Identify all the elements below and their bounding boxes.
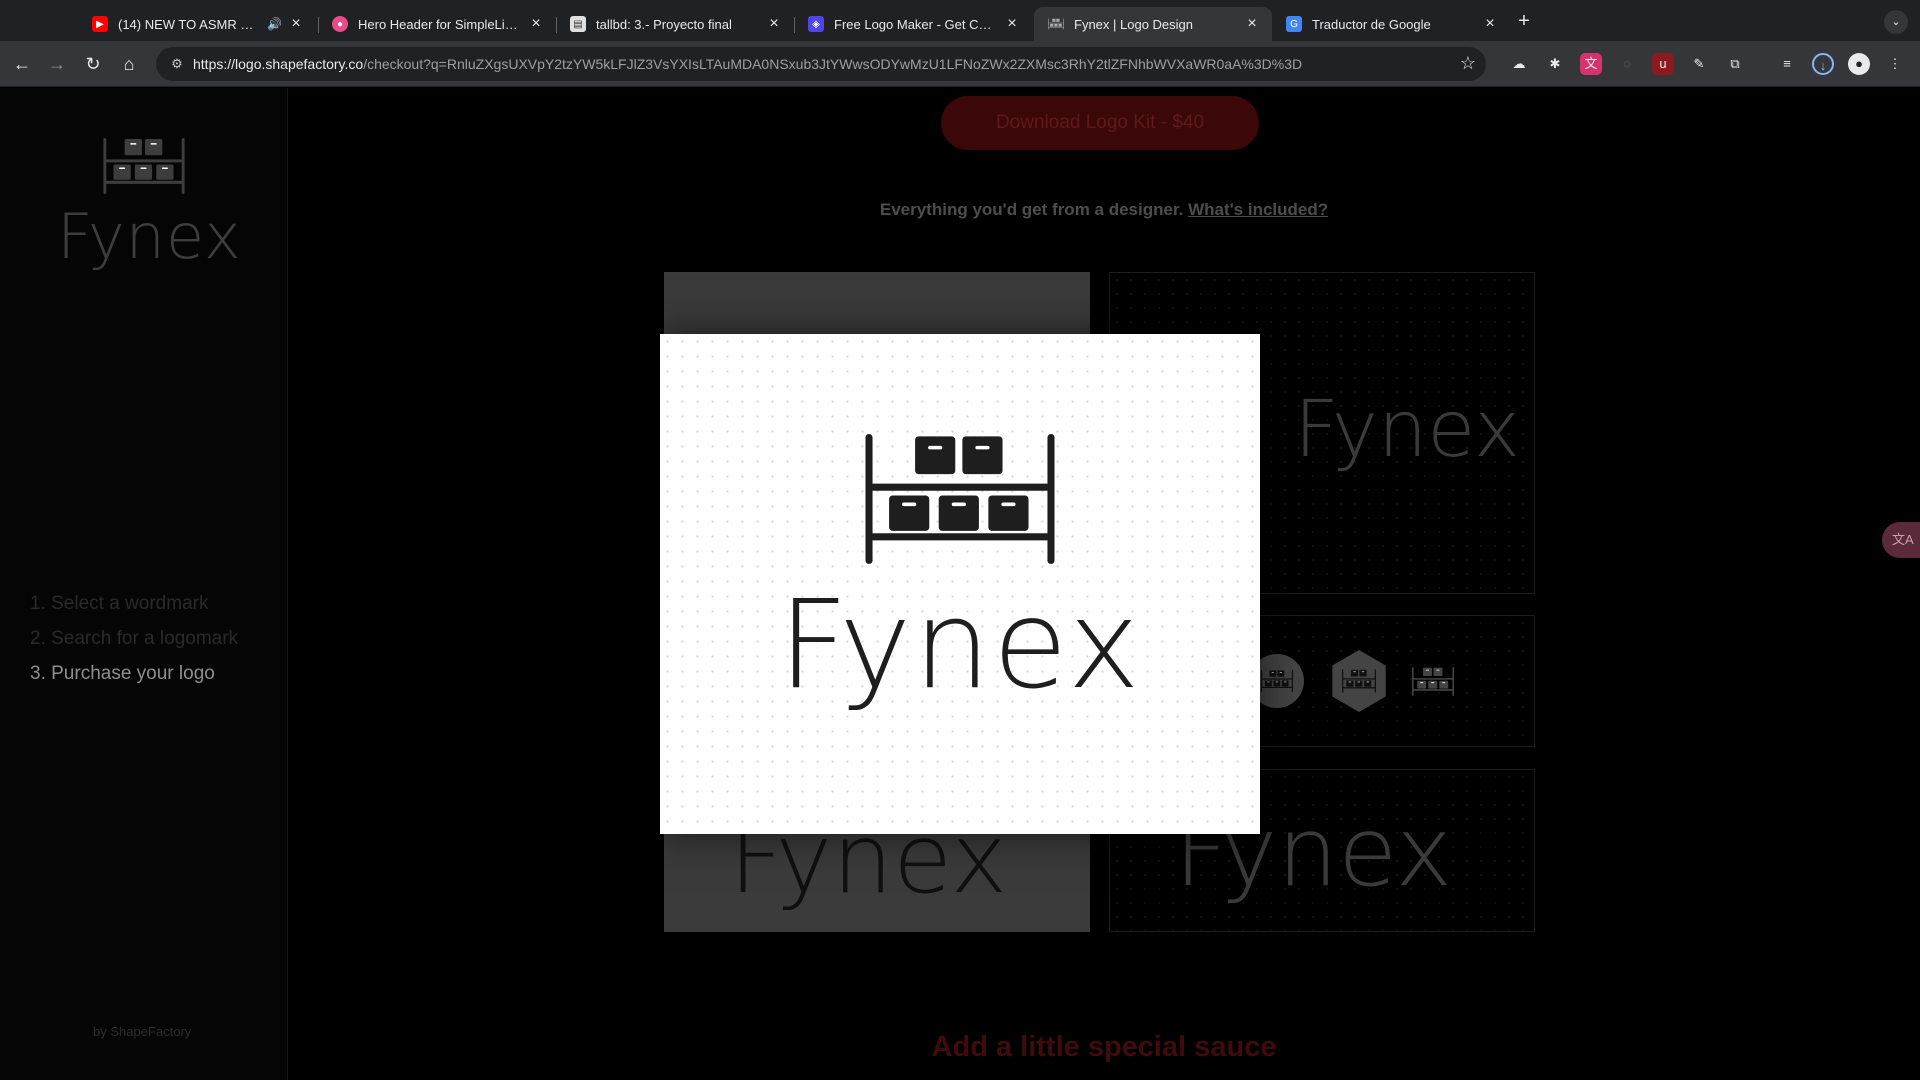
menu-kebab-icon[interactable]: ⋮: [1884, 53, 1906, 75]
logo-maker-icon: ◈: [808, 16, 824, 32]
ublock-extension-icon[interactable]: u: [1652, 53, 1674, 75]
sidebar: Fynex 1. Select a wordmark 2. Search for…: [0, 88, 288, 1080]
shelf-icon: [1048, 16, 1064, 32]
byline[interactable]: by ShapeFactory: [93, 1024, 191, 1039]
puzzle-extension-icon[interactable]: ✱: [1544, 53, 1566, 75]
pen-extension-icon[interactable]: ✎: [1688, 53, 1710, 75]
url-text[interactable]: https://logo.shapefactory.co/checkout?q=…: [193, 56, 1302, 72]
browser-tab[interactable]: ◈ Free Logo Maker - Get Custom ×: [794, 7, 1032, 41]
tab-title: Free Logo Maker - Get Custom: [834, 16, 998, 32]
speaker-icon[interactable]: 🔊: [267, 17, 282, 31]
cloud-extension-icon[interactable]: ☁: [1508, 53, 1530, 75]
tab-title: (14) NEW TO ASMR BUT I: [118, 16, 262, 32]
bookmark-star-icon[interactable]: ☆: [1460, 53, 1476, 74]
panel-wordmark: Fynex: [1294, 385, 1521, 475]
site-info-icon[interactable]: ⚙: [168, 55, 186, 73]
shelf-logo-icon: [864, 434, 1056, 564]
close-icon[interactable]: ×: [1004, 16, 1020, 32]
youtube-icon: ▶: [92, 16, 108, 32]
hexagon-mark-variant[interactable]: [1332, 650, 1386, 712]
shelf-logo-icon: [1342, 669, 1376, 693]
download-logo-kit-button[interactable]: Download Logo Kit - $40: [941, 96, 1259, 150]
reload-icon[interactable]: ↻: [78, 49, 108, 79]
dribbble-icon: ●: [332, 16, 348, 32]
close-icon[interactable]: ×: [1482, 16, 1498, 32]
home-icon[interactable]: ⌂: [114, 49, 144, 79]
translate-floating-button[interactable]: 文A: [1882, 522, 1920, 558]
tab-title: Hero Header for SimpleList by: [358, 16, 522, 32]
shelf-logo-icon: [1261, 670, 1293, 692]
close-icon[interactable]: ×: [528, 16, 544, 32]
tab-title: Traductor de Google: [1312, 16, 1431, 32]
close-icon[interactable]: ×: [1244, 16, 1260, 32]
browser-tab-active[interactable]: Fynex | Logo Design ×: [1034, 7, 1272, 41]
sidebar-wordmark[interactable]: Fynex: [57, 200, 242, 273]
translate-extension-icon[interactable]: 文: [1580, 53, 1602, 75]
media-control-icon[interactable]: ≡: [1776, 53, 1798, 75]
close-icon[interactable]: ×: [288, 16, 304, 32]
forward-icon[interactable]: →: [42, 49, 72, 79]
circle-extension-icon[interactable]: ◌: [1616, 53, 1638, 75]
tab-search-button[interactable]: ⌄: [1884, 10, 1908, 34]
extensions-icon[interactable]: ⧉: [1724, 53, 1746, 75]
download-icon[interactable]: ↓: [1812, 53, 1834, 75]
step-purchase-logo[interactable]: 3. Purchase your logo: [30, 663, 238, 698]
tab-title: tallbd: 3.- Proyecto final: [596, 16, 732, 32]
logo-preview-modal[interactable]: Fynex: [660, 334, 1260, 834]
special-sauce-heading: Add a little special sauce: [931, 1031, 1277, 1063]
shelf-logo-icon: [1412, 667, 1454, 696]
whats-included-link[interactable]: What's included?: [1188, 200, 1328, 219]
plain-mark-variant[interactable]: [1406, 654, 1460, 708]
tab-title: Fynex | Logo Design: [1074, 16, 1193, 32]
document-icon: ▤: [570, 16, 586, 32]
tagline-text: Everything you'd get from a designer.: [879, 200, 1184, 219]
browser-tab[interactable]: G Traductor de Google ×: [1272, 7, 1510, 41]
step-select-wordmark[interactable]: 1. Select a wordmark: [30, 593, 238, 628]
browser-tab[interactable]: ▤ tallbd: 3.- Proyecto final ×: [556, 7, 794, 41]
modal-wordmark: Fynex: [778, 574, 1142, 716]
browser-tab[interactable]: ▶ (14) NEW TO ASMR BUT I 🔊 ×: [78, 7, 316, 41]
shelf-logo-icon: [102, 138, 186, 194]
tagline: Everything you'd get from a designer. Wh…: [288, 200, 1920, 220]
browser-toolbar: ← → ↻ ⌂ ⚙ https://logo.shapefactory.co/c…: [0, 41, 1920, 87]
browser-tab[interactable]: ● Hero Header for SimpleList by ×: [318, 7, 556, 41]
browser-tabstrip: ▶ (14) NEW TO ASMR BUT I 🔊 × ● Hero Head…: [0, 0, 1920, 41]
avatar[interactable]: ●: [1848, 53, 1870, 75]
back-icon[interactable]: ←: [7, 49, 37, 79]
new-tab-button[interactable]: +: [1512, 10, 1536, 34]
step-search-logomark[interactable]: 2. Search for a logomark: [30, 628, 238, 663]
checkout-steps: 1. Select a wordmark 2. Search for a log…: [30, 593, 238, 698]
close-icon[interactable]: ×: [766, 16, 782, 32]
google-translate-icon: G: [1286, 16, 1302, 32]
address-bar[interactable]: ⚙ https://logo.shapefactory.co/checkout?…: [156, 47, 1486, 81]
